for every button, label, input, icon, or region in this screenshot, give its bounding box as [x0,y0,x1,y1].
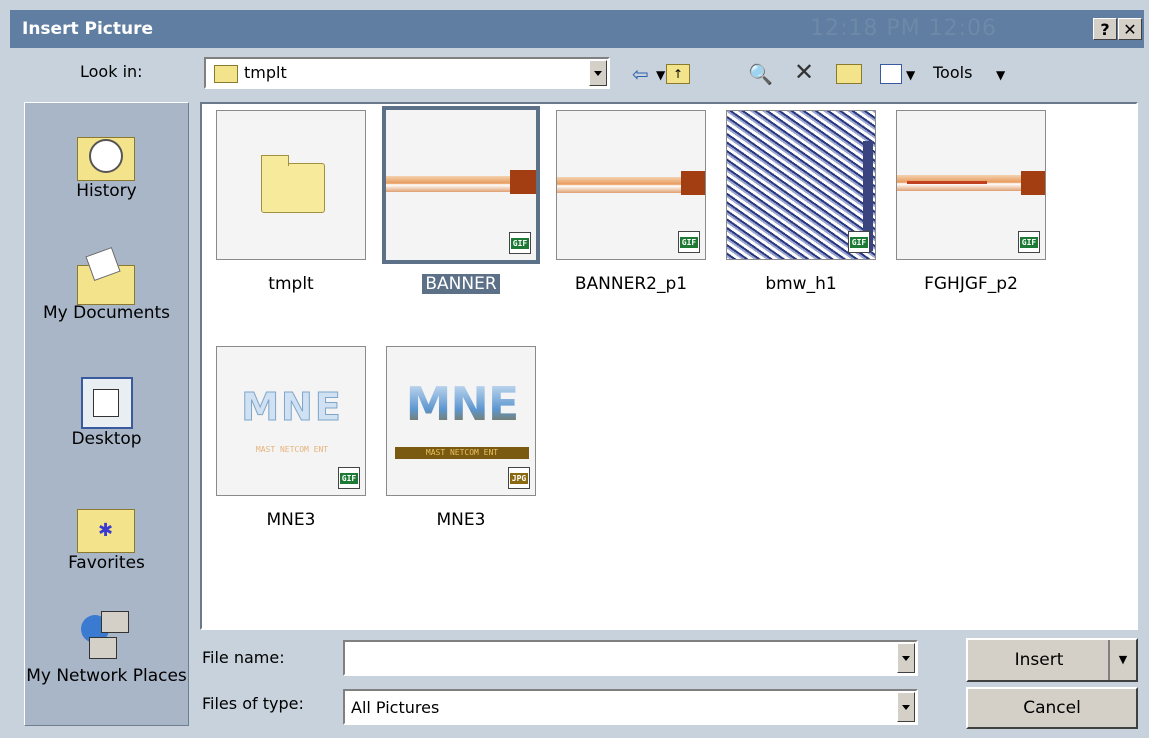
up-folder-icon[interactable]: ↑ [666,64,690,84]
file-name: bmw_h1 [765,274,837,294]
gif-file-icon: GIF [1018,231,1040,253]
my-documents-icon [75,246,139,305]
look-in-combo[interactable]: tmplt [204,57,610,89]
file-item-fghjgf-p2[interactable]: GIF FGHJGF_p2 [890,110,1052,294]
file-name-combo[interactable] [343,640,918,676]
help-button[interactable]: ? [1093,18,1117,40]
file-item-tmplt[interactable]: tmplt [210,110,372,294]
network-places-icon [75,609,139,665]
gif-file-icon: GIF [678,231,700,253]
file-list[interactable]: tmplt GIF BANNER GIF BANNER2_p1 GIF bmw_… [200,102,1138,630]
close-button[interactable]: ✕ [1118,18,1142,40]
file-name: FGHJGF_p2 [924,274,1018,294]
file-item-banner2-p1[interactable]: GIF BANNER2_p1 [550,110,712,294]
file-item-bmw-h1[interactable]: GIF bmw_h1 [720,110,882,294]
clock-overlay: 12:18 PM 12:06 [810,16,998,41]
insert-dropdown-icon[interactable]: ▼ [1114,640,1132,680]
place-my-documents[interactable]: My Documents [25,246,188,323]
file-type-combo[interactable]: All Pictures [343,689,918,725]
place-label: My Documents [42,303,171,323]
thumbnail: GIF [726,110,876,260]
history-icon [75,125,139,181]
search-web-icon[interactable]: 🔍 [748,62,773,86]
thumbnail: GIF [896,110,1046,260]
cancel-button[interactable]: Cancel [966,687,1138,729]
places-bar: History My Documents Desktop ✱ Favorites [24,102,189,726]
file-name: MNE3 [436,510,486,530]
place-desktop[interactable]: Desktop [25,373,188,449]
file-name: MNE3 [266,510,316,530]
file-name-label: File name: [202,648,285,667]
dialog-title: Insert Picture [22,19,154,39]
place-history[interactable]: History [25,125,188,201]
place-label: My Network Places [26,666,187,686]
gif-file-icon: GIF [338,467,360,489]
look-in-label: Look in: [80,62,143,81]
favorites-icon: ✱ [75,497,139,553]
file-name: BANNER2_p1 [574,274,688,294]
jpg-file-icon: JPG [508,467,530,489]
thumbnail: GIF [556,110,706,260]
insert-button[interactable]: Insert ▼ [966,638,1138,682]
delete-icon[interactable]: ✕ [794,58,814,86]
look-in-value: tmplt [244,63,287,82]
folder-icon [214,65,238,83]
title-bar[interactable]: Insert Picture 12:18 PM 12:06 ? ✕ [10,10,1144,48]
thumbnail [216,110,366,260]
folder-icon [261,163,325,213]
file-name-dropdown-button[interactable] [897,643,915,673]
insert-label: Insert [1014,650,1064,670]
thumbnail: MNE MAST NETCOM ENT JPG [386,346,536,496]
back-dropdown-icon[interactable]: ▼ [656,68,665,82]
views-dropdown-icon[interactable]: ▼ [906,68,915,82]
gif-file-icon: GIF [848,231,870,253]
insert-picture-dialog: Insert Picture 12:18 PM 12:06 ? ✕ Look i… [0,0,1149,738]
place-label: History [76,181,137,201]
views-icon[interactable] [880,64,902,84]
file-type-dropdown-button[interactable] [897,692,915,722]
place-label: Desktop [71,429,142,449]
file-item-banner[interactable]: GIF BANNER [380,106,542,294]
file-item-mne3-gif[interactable]: MNE MAST NETCOM ENT GIF MNE3 [210,346,372,530]
file-type-label: Files of type: [202,694,304,713]
thumbnail: GIF [382,106,540,264]
file-item-mne3-jpg[interactable]: MNE MAST NETCOM ENT JPG MNE3 [380,346,542,530]
look-in-dropdown-button[interactable] [589,60,607,86]
file-name: tmplt [268,274,314,294]
desktop-icon [75,373,139,429]
thumbnail: MNE MAST NETCOM ENT GIF [216,346,366,496]
file-name: BANNER [422,274,500,294]
place-label: Favorites [68,553,145,573]
new-folder-icon[interactable] [836,64,862,84]
place-favorites[interactable]: ✱ Favorites [25,497,188,573]
place-network-places[interactable]: My Network Places [25,609,188,687]
file-type-value: All Pictures [351,698,440,717]
gif-file-icon: GIF [509,232,531,254]
back-icon[interactable]: ⇦ [632,62,649,86]
tools-menu[interactable]: Tools [933,63,972,82]
tools-dropdown-icon[interactable]: ▼ [996,68,1005,82]
